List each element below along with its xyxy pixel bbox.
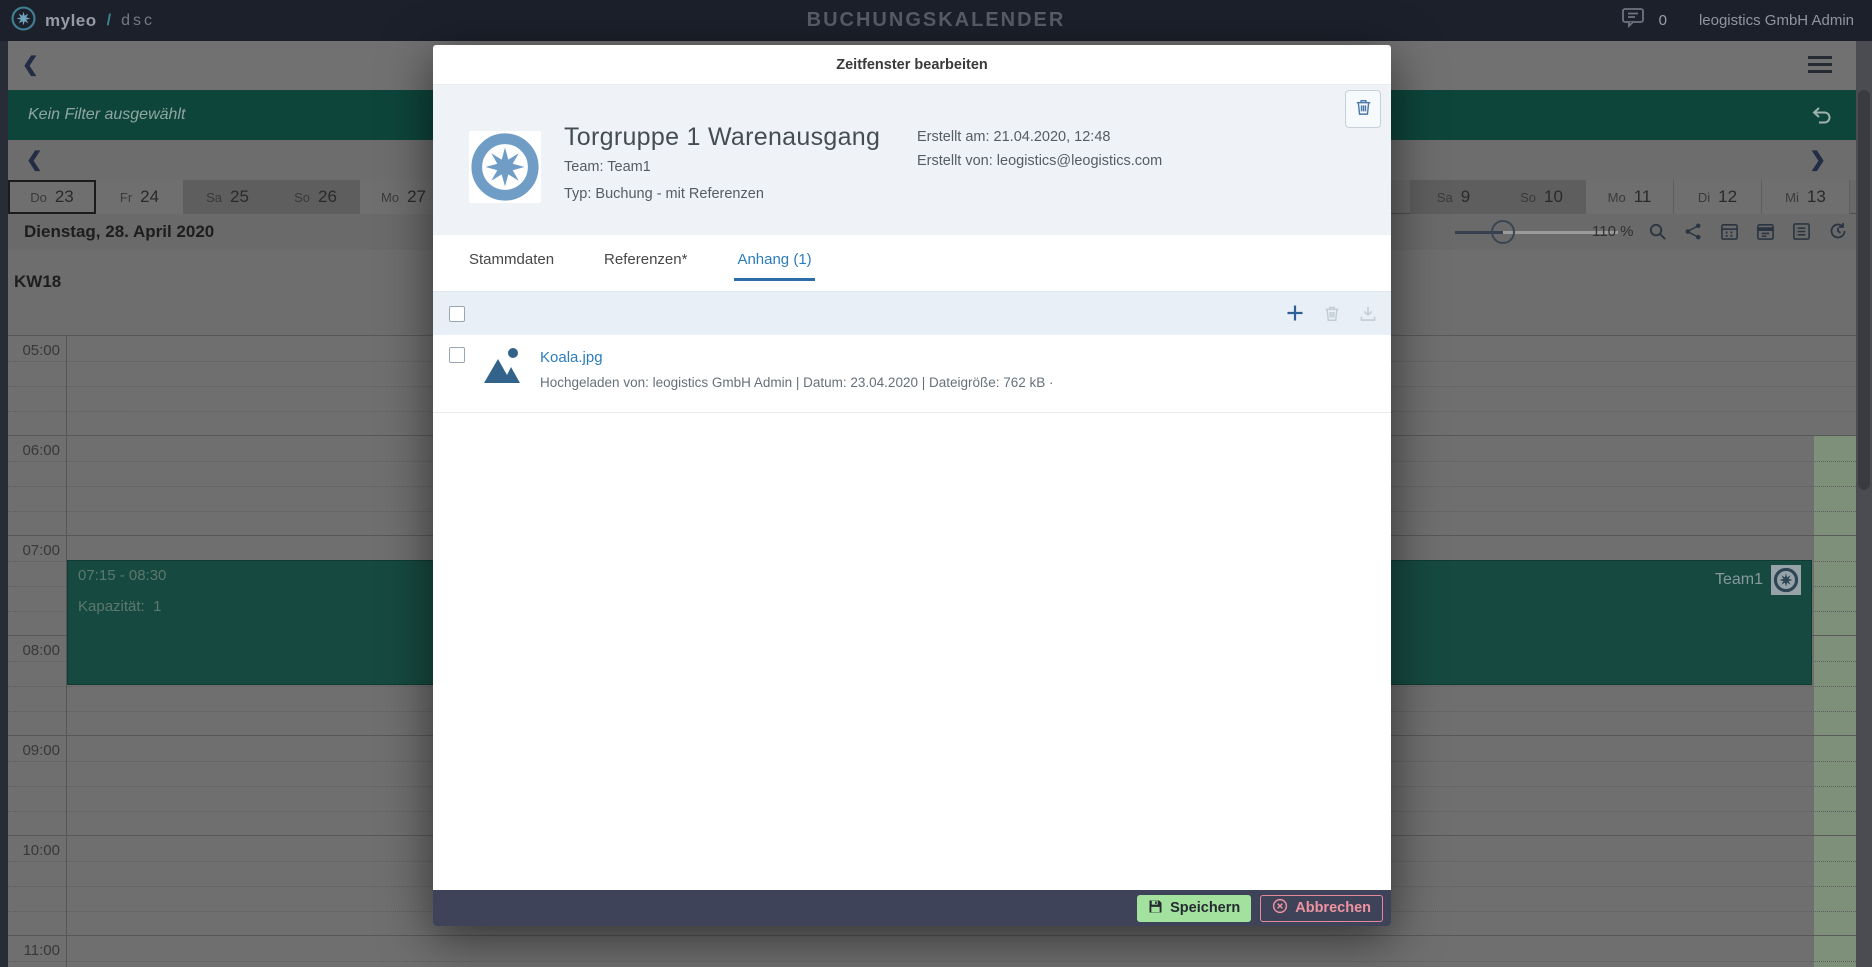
image-thumb-icon xyxy=(480,343,526,394)
created-by: Erstellt von: leogistics@leogistics.com xyxy=(917,153,1162,169)
time-label: 11:00 xyxy=(8,942,60,959)
save-button[interactable]: Speichern xyxy=(1137,895,1251,922)
save-floppy-icon xyxy=(1148,899,1163,918)
hour-row-1100[interactable]: 11:00 xyxy=(8,935,1856,967)
week-number-label: KW18 xyxy=(14,272,61,292)
user-menu[interactable]: leogistics GmbH Admin xyxy=(1699,12,1854,29)
date-cell-di12[interactable]: Di12 xyxy=(1674,180,1762,214)
chat-icon[interactable] xyxy=(1621,7,1645,34)
page-title: BUCHUNGSKALENDER xyxy=(0,9,1872,32)
select-all-checkbox[interactable] xyxy=(449,306,465,322)
top-bar: BUCHUNGSKALENDER myleo / dsc 0 leogistic… xyxy=(0,0,1872,41)
attachment-toolbar xyxy=(433,291,1391,335)
share-icon[interactable] xyxy=(1684,222,1703,241)
time-label: 10:00 xyxy=(8,842,60,859)
time-label: 09:00 xyxy=(8,742,60,759)
entity-header-section: Torgruppe 1 Warenausgang Team: Team1 Typ… xyxy=(433,85,1391,235)
trash-icon xyxy=(1354,97,1373,122)
date-cell-sa25[interactable]: Sa25 xyxy=(184,180,272,214)
time-label: 05:00 xyxy=(8,342,60,359)
current-date-label: Dienstag, 28. April 2020 xyxy=(24,222,214,242)
topbar-right: 0 leogistics GmbH Admin xyxy=(1621,7,1854,34)
time-label: 08:00 xyxy=(8,642,60,659)
calendar-note-icon[interactable] xyxy=(1756,222,1775,241)
date-cell-so26[interactable]: So26 xyxy=(272,180,360,214)
date-cell-sa9[interactable]: Sa9 xyxy=(1410,180,1498,214)
attachment-filename-link[interactable]: Koala.jpg xyxy=(540,349,603,366)
menu-icon[interactable] xyxy=(1808,56,1832,73)
date-cell-mo11[interactable]: Mo11 xyxy=(1586,180,1674,214)
date-cell-mi13[interactable]: Mi13 xyxy=(1762,180,1850,214)
tab-stammdaten[interactable]: Stammdaten xyxy=(466,235,557,281)
tab-anhang-1[interactable]: Anhang (1) xyxy=(734,235,814,281)
history-icon[interactable] xyxy=(1828,221,1848,241)
dialog-tabs: Stammdaten Referenzen* Anhang (1) xyxy=(433,235,1391,291)
attachment-meta: Hochgeladen von: leogistics GmbH Admin |… xyxy=(540,375,1054,390)
left-rail xyxy=(0,41,8,967)
zoom-slider-handle[interactable] xyxy=(1491,220,1515,244)
plus-icon[interactable] xyxy=(1285,303,1305,328)
prev-chevron-icon[interactable]: ❮ xyxy=(26,150,43,170)
time-label: 06:00 xyxy=(8,442,60,459)
undo-icon[interactable] xyxy=(1810,103,1834,132)
entity-team: Team: Team1 xyxy=(564,159,651,175)
team-badge-icon xyxy=(1771,565,1801,595)
date-cell-do23[interactable]: Do23 xyxy=(8,180,96,214)
attachment-row[interactable]: Koala.jpg Hochgeladen von: leogistics Gm… xyxy=(433,335,1391,413)
application-window: BUCHUNGSKALENDER myleo / dsc 0 leogistic… xyxy=(0,0,1872,967)
attachment-checkbox[interactable] xyxy=(449,347,465,363)
entity-star-icon xyxy=(469,131,541,203)
search-icon[interactable] xyxy=(1648,222,1667,241)
calendar-toolbar-icons xyxy=(1648,221,1848,241)
list-icon[interactable] xyxy=(1792,222,1811,241)
calendar-grid-icon[interactable] xyxy=(1720,222,1739,241)
entity-type: Typ: Buchung - mit Referenzen xyxy=(564,186,764,202)
date-cell-so10[interactable]: So10 xyxy=(1498,180,1586,214)
edit-timewindow-dialog: Zeitfenster bearbeiten Torgruppe 1 Waren… xyxy=(433,45,1391,926)
dialog-title: Zeitfenster bearbeiten xyxy=(433,45,1391,85)
date-cell-fr24[interactable]: Fr24 xyxy=(96,180,184,214)
time-label: 07:00 xyxy=(8,542,60,559)
cancel-circle-x-icon xyxy=(1272,898,1288,918)
back-chevron-icon[interactable]: ❮ xyxy=(22,55,39,75)
download-icon[interactable] xyxy=(1359,304,1377,328)
chat-count-badge: 0 xyxy=(1659,12,1667,29)
tab-referenzen[interactable]: Referenzen* xyxy=(601,235,690,281)
filter-label: Kein Filter ausgewählt xyxy=(28,106,185,124)
dialog-footer: Speichern Abbrechen xyxy=(433,890,1391,926)
delete-attachment-icon[interactable] xyxy=(1323,304,1341,328)
scrollbar-thumb[interactable] xyxy=(1858,90,1870,490)
entity-name: Torgruppe 1 Warenausgang xyxy=(564,123,880,152)
zoom-level-label: 110 % xyxy=(1592,223,1633,240)
created-at: Erstellt am: 21.04.2020, 12:48 xyxy=(917,129,1110,145)
delete-timewindow-button[interactable] xyxy=(1345,90,1381,128)
cancel-button[interactable]: Abbrechen xyxy=(1260,895,1383,922)
event-team-label: Team1 xyxy=(1715,571,1763,589)
vertical-scrollbar[interactable] xyxy=(1856,41,1872,967)
next-chevron-icon[interactable]: ❯ xyxy=(1809,150,1826,170)
